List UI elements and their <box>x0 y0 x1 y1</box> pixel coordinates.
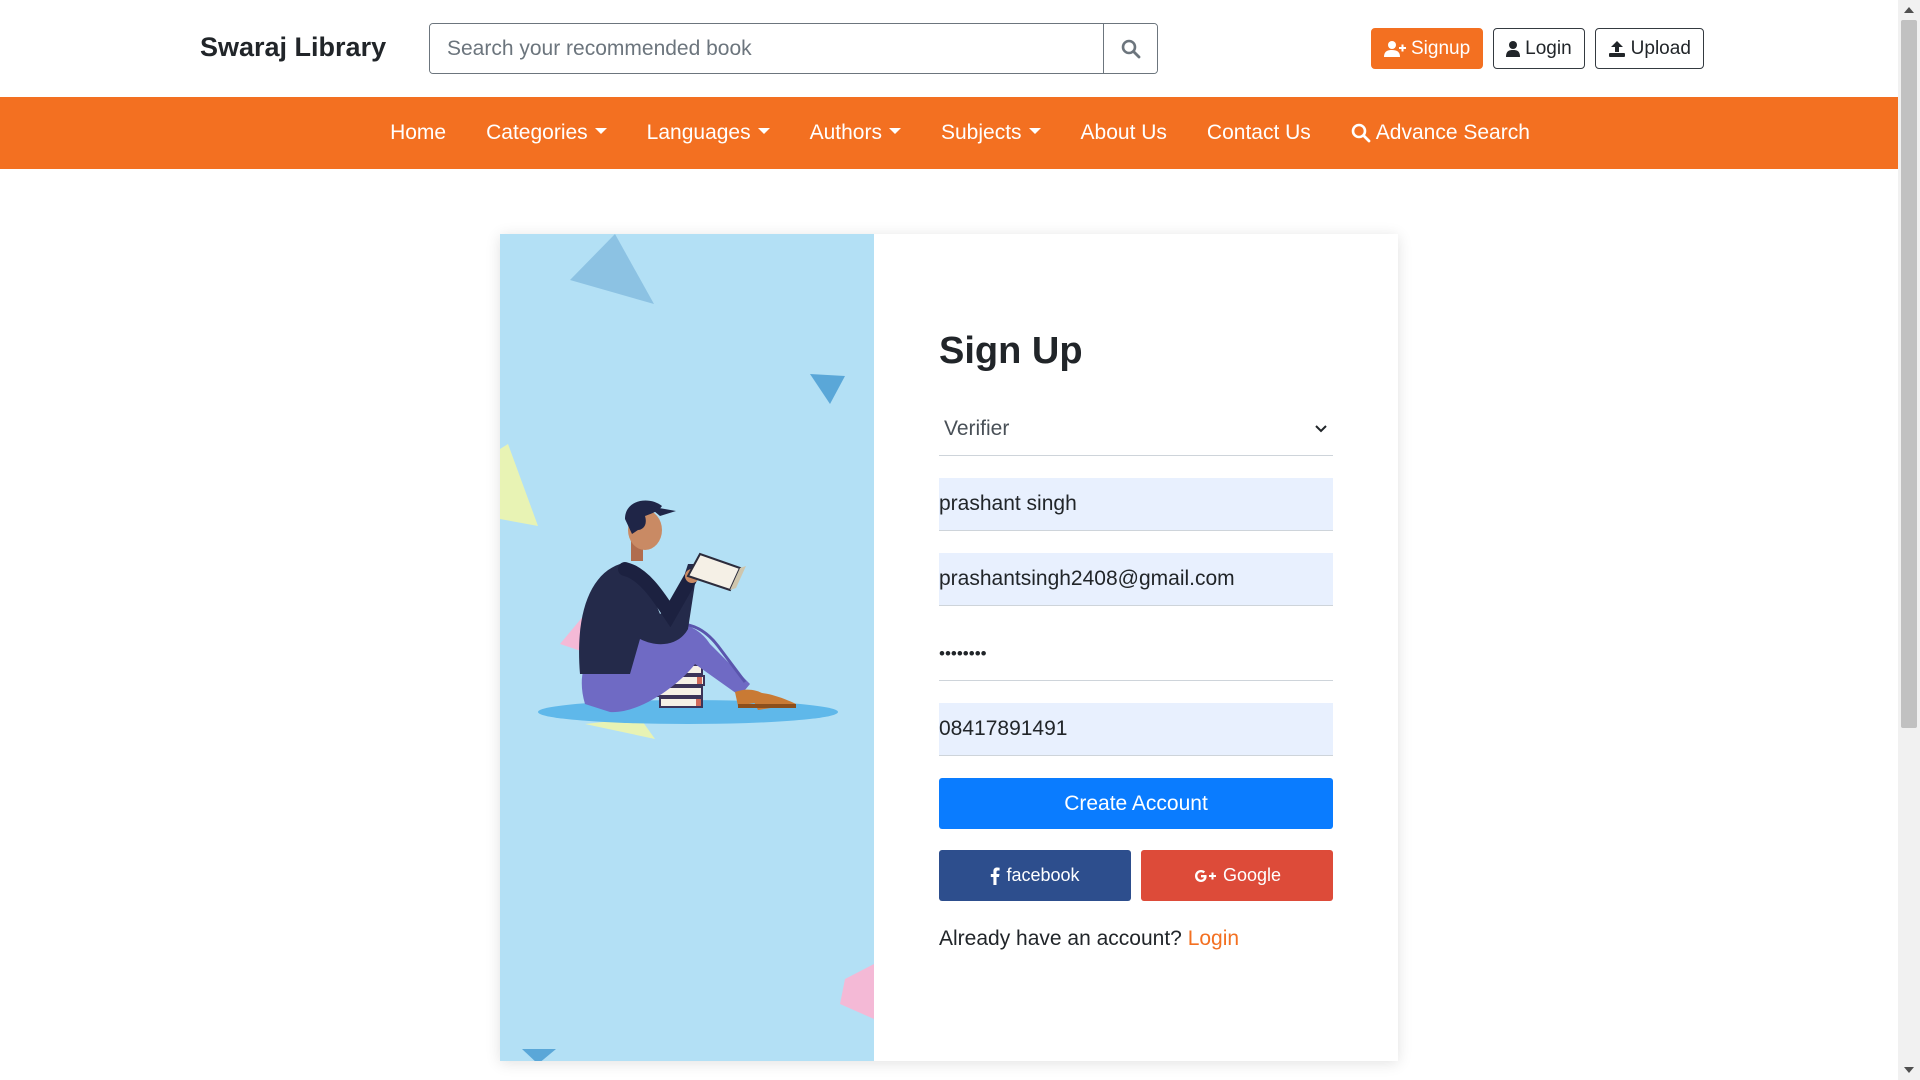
facebook-button[interactable]: facebook <box>939 850 1131 901</box>
nav-languages[interactable]: Languages <box>627 121 790 145</box>
nav-contact[interactable]: Contact Us <box>1187 121 1331 145</box>
site-brand[interactable]: Swaraj Library <box>200 32 386 63</box>
nav-advance-search[interactable]: Advance Search <box>1331 121 1550 145</box>
name-value: prashant singh <box>939 492 1077 515</box>
page: Swaraj Library Signup <box>0 0 1920 1080</box>
email-value: prashantsingh2408@gmail.com <box>939 567 1235 590</box>
signup-button[interactable]: Signup <box>1371 28 1484 69</box>
nav-advance-search-label: Advance Search <box>1375 121 1530 144</box>
main-nav: Home Categories Languages Authors Subjec… <box>0 97 1898 169</box>
nav-contact-label: Contact Us <box>1206 121 1311 144</box>
user-plus-icon <box>1384 40 1406 57</box>
upload-icon <box>1608 40 1625 57</box>
user-icon <box>1506 40 1521 57</box>
nav-categories-label: Categories <box>486 121 588 144</box>
phone-value: 08417891491 <box>939 717 1068 740</box>
scrollbar-thumb[interactable] <box>1901 20 1917 728</box>
role-select-value: Verifier <box>944 417 1010 440</box>
page-scrollbar[interactable] <box>1898 0 1920 1080</box>
password-value: •••••••• <box>939 644 987 663</box>
google-button[interactable]: Google <box>1141 850 1333 901</box>
login-label: Login <box>1525 37 1572 59</box>
email-field[interactable]: prashantsingh2408@gmail.com <box>939 553 1333 606</box>
password-field[interactable]: •••••••• <box>939 628 1333 681</box>
nav-categories[interactable]: Categories <box>466 121 627 145</box>
signup-form: Sign Up Verifier prashant singh prashant… <box>874 234 1398 1061</box>
search-icon <box>1121 39 1140 58</box>
nav-home-label: Home <box>390 121 447 144</box>
nav-about[interactable]: About Us <box>1061 121 1187 145</box>
illustration-panel <box>500 234 874 1061</box>
search-icon <box>1351 123 1371 143</box>
search-bar <box>429 23 1158 74</box>
phone-field[interactable]: 08417891491 <box>939 703 1333 756</box>
facebook-label: facebook <box>1006 865 1080 885</box>
top-header: Swaraj Library Signup <box>0 0 1898 97</box>
caret-down-icon <box>1028 128 1041 134</box>
signup-card: Sign Up Verifier prashant singh prashant… <box>500 234 1398 1061</box>
upload-button[interactable]: Upload <box>1594 28 1704 69</box>
caret-down-icon <box>757 128 770 134</box>
login-link[interactable]: Login <box>1188 927 1239 950</box>
caret-down-icon <box>888 128 901 134</box>
form-title: Sign Up <box>939 330 1083 372</box>
nav-about-label: About Us <box>1080 121 1167 144</box>
nav-authors[interactable]: Authors <box>790 121 921 145</box>
login-button[interactable]: Login <box>1493 28 1585 69</box>
search-button[interactable] <box>1103 24 1157 73</box>
caret-down-icon <box>594 128 607 134</box>
nav-subjects[interactable]: Subjects <box>921 121 1061 145</box>
search-input[interactable] <box>430 24 1103 73</box>
google-plus-icon <box>1194 869 1216 882</box>
chevron-down-icon <box>1315 425 1327 433</box>
nav-subjects-label: Subjects <box>940 121 1022 144</box>
scroll-up-icon[interactable] <box>1904 7 1914 13</box>
reading-person-illustration <box>500 234 874 1061</box>
create-account-button[interactable]: Create Account <box>939 778 1333 829</box>
role-select[interactable]: Verifier <box>939 403 1333 456</box>
nav-home[interactable]: Home <box>370 121 466 145</box>
nav-authors-label: Authors <box>809 121 882 144</box>
google-label: Google <box>1222 865 1282 885</box>
upload-label: Upload <box>1630 37 1691 59</box>
nav-languages-label: Languages <box>646 121 751 144</box>
facebook-icon <box>991 867 1001 885</box>
social-login: facebook Google <box>939 850 1333 901</box>
login-prompt: Already have an account? Login <box>939 927 1333 951</box>
login-prompt-text: Already have an account? <box>939 927 1182 950</box>
header-actions: Signup Login Upload <box>1371 28 1704 69</box>
scroll-down-icon[interactable] <box>1904 1067 1914 1073</box>
name-field[interactable]: prashant singh <box>939 478 1333 531</box>
signup-label: Signup <box>1411 37 1471 59</box>
